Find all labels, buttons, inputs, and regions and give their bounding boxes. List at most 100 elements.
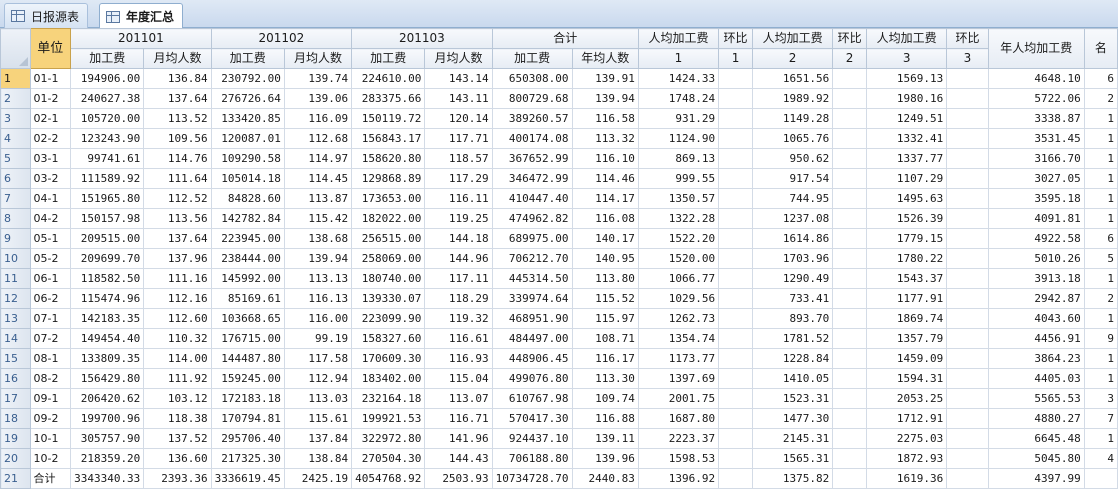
cell-value[interactable]: 1651.56 (751, 68, 834, 89)
cell-value[interactable]: 150119.72 (351, 108, 426, 129)
cell-value[interactable]: 1173.77 (637, 348, 720, 369)
cell-value[interactable]: 103668.65 (210, 308, 285, 329)
cell-value[interactable]: 118.29 (424, 288, 493, 309)
cell-value[interactable] (946, 308, 989, 329)
row-header[interactable]: 8 (0, 208, 31, 229)
cell-value[interactable]: 1523.31 (751, 388, 834, 409)
cell-value[interactable]: 180740.00 (351, 268, 426, 289)
cell-value[interactable]: 119.25 (424, 208, 493, 229)
cell-value[interactable]: 1228.84 (751, 348, 834, 369)
table-row[interactable]: 14 07-2 149454.40 110.32 176715.00 99.19 15832… (0, 328, 1118, 349)
cell-value[interactable]: 3336619.45 (210, 468, 285, 489)
cell-value[interactable]: 118.57 (424, 148, 493, 169)
cell-value[interactable]: 950.62 (751, 148, 834, 169)
cell-value[interactable]: 295706.40 (210, 428, 285, 449)
cell-value[interactable] (946, 288, 989, 309)
cell-value[interactable]: 116.88 (571, 408, 639, 429)
cell-value[interactable]: 1495.63 (866, 188, 948, 209)
header-cost[interactable]: 加工费 (491, 48, 573, 69)
cell-value[interactable]: 1410.05 (751, 368, 834, 389)
cell-value[interactable]: 232164.18 (351, 388, 426, 409)
cell-value[interactable]: 141.96 (424, 428, 493, 449)
table-row[interactable]: 20 10-2 218359.20 136.60 217325.30 138.84 2705… (0, 448, 1118, 469)
cell-value[interactable]: 706188.80 (491, 448, 573, 469)
header-num-2[interactable]: 2 (751, 48, 834, 69)
header-num-1[interactable]: 1 (637, 48, 720, 69)
cell-value[interactable]: 400174.08 (491, 128, 573, 149)
cell-unit[interactable]: 01-2 (29, 88, 72, 109)
table-row[interactable]: 1 01-1 194906.00 136.84 230792.00 139.74 22461… (0, 68, 1118, 89)
cell-value[interactable]: 111.64 (143, 168, 212, 189)
cell-value[interactable]: 276726.64 (210, 88, 285, 109)
cell-value[interactable]: 924437.10 (491, 428, 573, 449)
cell-value[interactable]: 1569.13 (866, 68, 948, 89)
cell-value[interactable]: 10734728.70 (491, 468, 573, 489)
cell-value[interactable]: 151965.80 (70, 188, 145, 209)
cell-value[interactable]: 1 (1083, 348, 1118, 369)
cell-value[interactable]: 144.43 (424, 448, 493, 469)
cell-value[interactable]: 114.17 (571, 188, 639, 209)
cell-value[interactable] (832, 148, 868, 169)
cell-value[interactable]: 1237.08 (751, 208, 834, 229)
cell-value[interactable]: 474962.82 (491, 208, 573, 229)
header-per-capita-3[interactable]: 人均加工费 (866, 28, 948, 49)
cell-value[interactable]: 4648.10 (987, 68, 1085, 89)
cell-value[interactable]: 117.29 (424, 168, 493, 189)
cell-value[interactable]: 199700.96 (70, 408, 145, 429)
cell-unit[interactable]: 10-2 (29, 448, 72, 469)
table-row[interactable]: 10 05-2 209699.70 137.96 238444.00 139.94 2580… (0, 248, 1118, 269)
cell-value[interactable] (718, 108, 753, 129)
cell-value[interactable]: 114.97 (283, 148, 353, 169)
cell-value[interactable] (832, 168, 868, 189)
cell-value[interactable]: 183402.00 (351, 368, 426, 389)
cell-value[interactable] (718, 268, 753, 289)
cell-value[interactable] (946, 368, 989, 389)
cell-value[interactable]: 176715.00 (210, 328, 285, 349)
cell-value[interactable]: 1375.82 (751, 468, 834, 489)
cell-value[interactable] (832, 88, 868, 109)
cell-value[interactable]: 389260.57 (491, 108, 573, 129)
cell-value[interactable]: 4405.03 (987, 368, 1085, 389)
header-rank[interactable]: 名 (1083, 28, 1118, 69)
cell-value[interactable]: 144.18 (424, 228, 493, 249)
cell-value[interactable]: 1357.79 (866, 328, 948, 349)
cell-value[interactable]: 1 (1083, 108, 1118, 129)
cell-value[interactable] (832, 108, 868, 129)
cell-value[interactable]: 112.52 (143, 188, 212, 209)
cell-value[interactable]: 270504.30 (351, 448, 426, 469)
cell-value[interactable]: 1396.92 (637, 468, 720, 489)
cell-value[interactable]: 113.32 (571, 128, 639, 149)
cell-value[interactable]: 2 (1083, 88, 1118, 109)
cell-value[interactable]: 159245.00 (210, 368, 285, 389)
cell-value[interactable]: 1779.15 (866, 228, 948, 249)
cell-value[interactable]: 1124.90 (637, 128, 720, 149)
cell-value[interactable]: 115.42 (283, 208, 353, 229)
cell-value[interactable]: 240627.38 (70, 88, 145, 109)
cell-value[interactable]: 105014.18 (210, 168, 285, 189)
cell-value[interactable]: 1565.31 (751, 448, 834, 469)
cell-unit[interactable]: 02-2 (29, 128, 72, 149)
cell-value[interactable]: 173653.00 (351, 188, 426, 209)
cell-value[interactable]: 115.97 (571, 308, 639, 329)
cell-value[interactable]: 143.11 (424, 88, 493, 109)
cell-value[interactable]: 3913.18 (987, 268, 1085, 289)
table-row[interactable]: 18 09-2 199700.96 118.38 170794.81 115.61 1999… (0, 408, 1118, 429)
table-row[interactable]: 16 08-2 156429.80 111.92 159245.00 112.94 1834… (0, 368, 1118, 389)
cell-value[interactable]: 120.14 (424, 108, 493, 129)
header-group-201102[interactable]: 201102 (210, 28, 353, 49)
cell-value[interactable] (718, 228, 753, 249)
cell-value[interactable]: 1 (1083, 268, 1118, 289)
cell-value[interactable]: 109.74 (571, 388, 639, 409)
table-row[interactable]: 5 03-1 99741.61 114.76 109290.58 114.97 158620… (0, 148, 1118, 169)
cell-value[interactable]: 2503.93 (424, 468, 493, 489)
cell-value[interactable] (946, 388, 989, 409)
cell-value[interactable] (832, 308, 868, 329)
cell-unit[interactable]: 03-2 (29, 168, 72, 189)
cell-unit[interactable]: 04-2 (29, 208, 72, 229)
cell-value[interactable]: 115.52 (571, 288, 639, 309)
cell-value[interactable]: 1029.56 (637, 288, 720, 309)
cell-value[interactable]: 1424.33 (637, 68, 720, 89)
cell-value[interactable] (718, 88, 753, 109)
cell-value[interactable]: 140.17 (571, 228, 639, 249)
cell-value[interactable]: 2145.31 (751, 428, 834, 449)
